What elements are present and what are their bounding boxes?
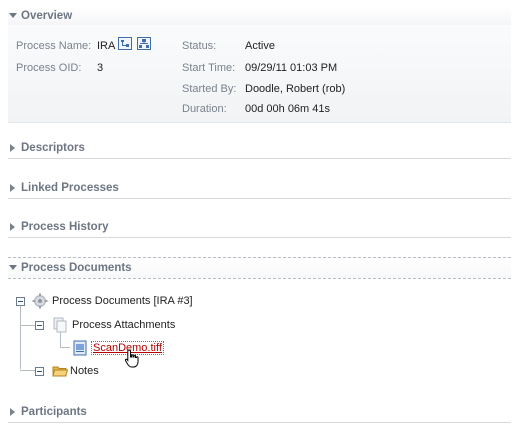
tree-node-notes[interactable]: Notes bbox=[35, 363, 99, 379]
section-title: Process History bbox=[21, 221, 109, 233]
folder-icon bbox=[52, 363, 69, 379]
tree-node-label: Notes bbox=[70, 365, 99, 377]
process-hierarchy-icon[interactable] bbox=[137, 37, 151, 50]
duration-label: Duration: bbox=[182, 103, 227, 115]
collapse-icon[interactable] bbox=[35, 320, 44, 330]
process-diagram-icon[interactable] bbox=[118, 37, 132, 50]
caret-right-icon bbox=[8, 223, 18, 231]
tree-node-label: Process Documents [IRA #3] bbox=[52, 295, 193, 307]
section-title: Participants bbox=[21, 406, 87, 418]
start-time-label: Start Time: bbox=[182, 62, 236, 74]
process-name-value: IRA bbox=[97, 40, 116, 52]
pages-icon bbox=[52, 317, 68, 333]
tree-node-file[interactable]: ScanDemo.tiff bbox=[72, 340, 164, 356]
collapse-icon[interactable] bbox=[16, 296, 25, 306]
process-documents-header[interactable]: Process Documents bbox=[8, 257, 511, 279]
caret-right-icon bbox=[8, 408, 18, 416]
hand-cursor-icon bbox=[124, 349, 142, 369]
participants-header[interactable]: Participants bbox=[8, 402, 511, 423]
tree-line bbox=[20, 301, 21, 369]
section-title: Linked Processes bbox=[21, 182, 119, 194]
section-title: Overview bbox=[21, 10, 73, 22]
collapse-icon[interactable] bbox=[35, 366, 44, 376]
tree-node-root[interactable]: Process Documents [IRA #3] bbox=[16, 293, 193, 309]
process-oid-label: Process OID: bbox=[16, 62, 82, 74]
tree-line bbox=[60, 347, 70, 348]
documents-tree: Process Documents [IRA #3] Process Attac… bbox=[8, 283, 511, 391]
status-value: Active bbox=[245, 40, 275, 52]
tree-node-label: Process Attachments bbox=[72, 319, 176, 331]
section-title: Process Documents bbox=[21, 262, 132, 274]
section-title: Descriptors bbox=[21, 142, 85, 154]
image-file-icon bbox=[72, 340, 88, 356]
start-time-value: 09/29/11 01:03 PM bbox=[245, 62, 338, 74]
process-name-label: Process Name: bbox=[16, 40, 92, 52]
overview-header[interactable]: Overview bbox=[8, 6, 511, 27]
started-by-value: Doodle, Robert (rob) bbox=[245, 83, 346, 95]
caret-down-icon bbox=[8, 265, 18, 271]
status-label: Status: bbox=[182, 40, 217, 52]
caret-right-icon bbox=[8, 184, 18, 192]
duration-value: 00d 00h 06m 41s bbox=[245, 103, 331, 115]
descriptors-header[interactable]: Descriptors bbox=[8, 138, 511, 159]
caret-right-icon bbox=[8, 144, 18, 152]
started-by-label: Started By: bbox=[182, 83, 237, 95]
process-oid-value: 3 bbox=[97, 62, 104, 74]
linked-processes-header[interactable]: Linked Processes bbox=[8, 178, 511, 199]
overview-panel: Process Name: IRA Process OID: 3 Status:… bbox=[8, 25, 511, 123]
gear-icon bbox=[32, 293, 48, 309]
tree-node-attachments[interactable]: Process Attachments bbox=[35, 317, 175, 333]
process-history-header[interactable]: Process History bbox=[8, 217, 511, 238]
caret-down-icon bbox=[8, 13, 18, 19]
